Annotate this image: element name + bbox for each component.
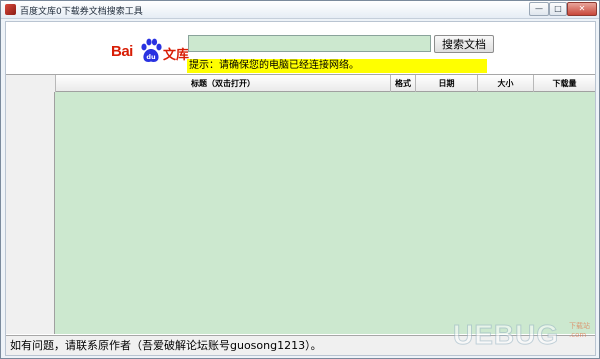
search-documents-button[interactable]: 搜索文档 bbox=[434, 35, 494, 53]
minimize-button[interactable]: — bbox=[529, 2, 549, 16]
row-header-column bbox=[6, 75, 55, 334]
watermark-sub-line-2: .com bbox=[569, 331, 587, 339]
paw-du-text: du bbox=[146, 53, 156, 61]
network-hint: 提示：请确保您的电脑已经连接网络。 bbox=[187, 59, 487, 73]
paw-icon: du bbox=[141, 38, 162, 62]
column-header-size[interactable]: 大小 bbox=[478, 75, 534, 92]
column-header-date[interactable]: 日期 bbox=[416, 75, 478, 92]
column-header-title[interactable]: 标题（双击打开） bbox=[56, 75, 391, 92]
watermark-text: UEBUG bbox=[452, 319, 560, 351]
logo-wenku-text: 文库 bbox=[163, 48, 190, 63]
app-icon bbox=[5, 4, 16, 15]
logo-bai-text: Bai bbox=[111, 43, 133, 60]
client-area: Bai du 文库 搜索文档 提示：请确保您的电脑已经连接网络。 标题（双击打开… bbox=[5, 21, 596, 356]
column-header-format[interactable]: 格式 bbox=[391, 75, 416, 92]
results-table[interactable]: 标题（双击打开） 格式 日期 大小 下载量 bbox=[6, 74, 595, 334]
app-window: 百度文库0下载券文档搜索工具 — □ ✕ Bai du 文库 搜索文档 提示：请… bbox=[0, 0, 600, 359]
close-button[interactable]: ✕ bbox=[567, 2, 597, 16]
uebug-watermark: UEBUG 下载站 .com bbox=[452, 318, 593, 356]
baidu-wenku-logo: Bai du 文库 bbox=[111, 38, 191, 66]
maximize-button[interactable]: □ bbox=[549, 2, 567, 16]
header-corner[interactable] bbox=[6, 75, 56, 92]
window-title: 百度文库0下载券文档搜索工具 bbox=[20, 7, 143, 17]
table-header: 标题（双击打开） 格式 日期 大小 下载量 bbox=[6, 75, 595, 92]
column-header-downloads[interactable]: 下载量 bbox=[534, 75, 595, 92]
search-input[interactable] bbox=[188, 35, 431, 52]
title-bar[interactable]: 百度文库0下载券文档搜索工具 — □ ✕ bbox=[1, 1, 599, 19]
watermark-sub-line-1: 下载站 bbox=[569, 322, 590, 330]
watermark-subtext: 下载站 .com bbox=[569, 322, 590, 340]
